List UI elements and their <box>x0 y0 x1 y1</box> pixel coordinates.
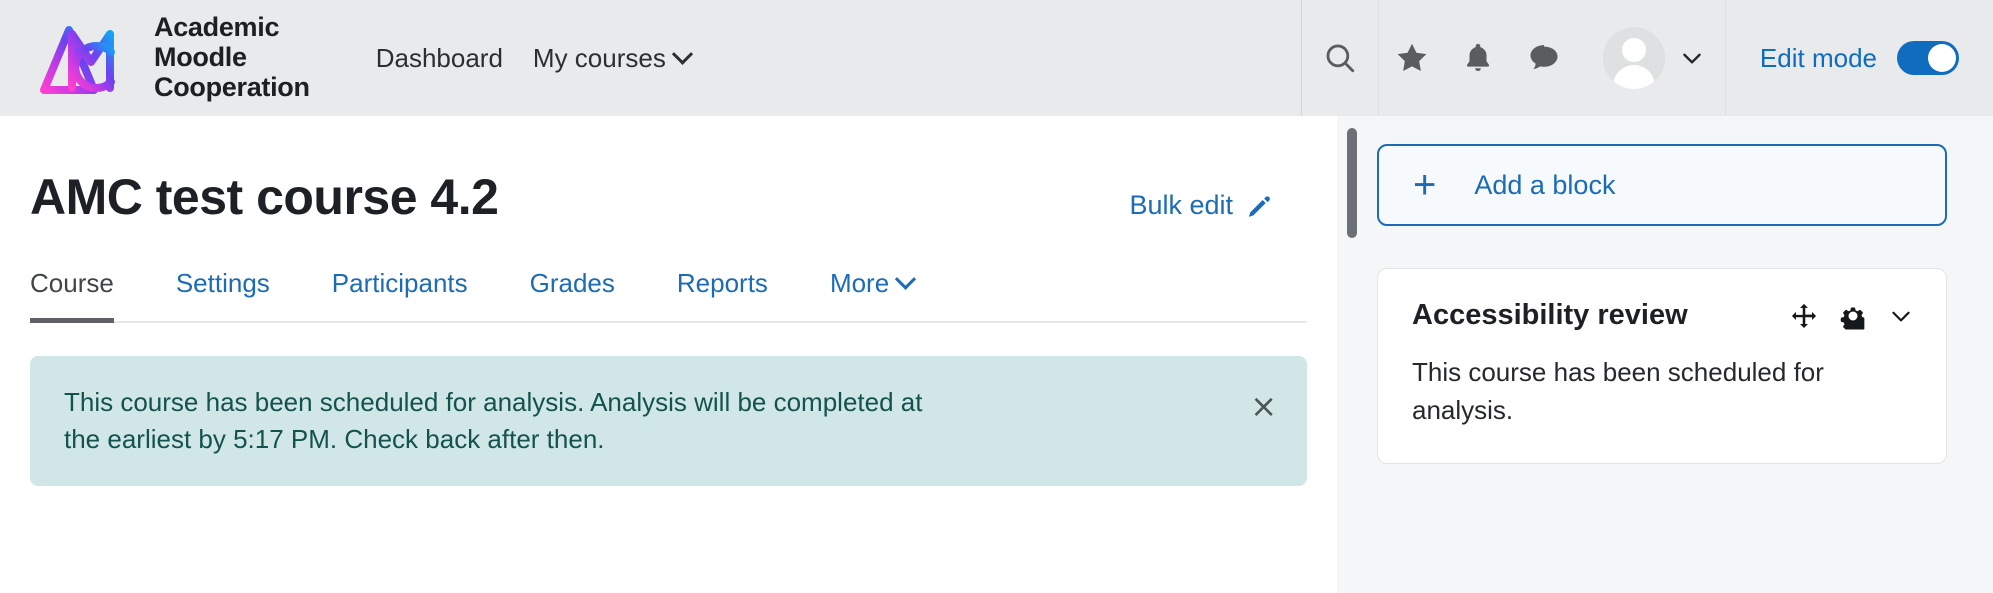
tab-grades-label: Grades <box>529 268 615 298</box>
tab-participants[interactable]: Participants <box>332 260 468 321</box>
gear-icon[interactable] <box>1838 301 1868 331</box>
brand-line-1: Academic <box>154 12 280 43</box>
bulk-edit-label: Bulk edit <box>1129 190 1233 220</box>
add-a-block-button[interactable]: + Add a block <box>1377 144 1947 226</box>
chevron-down-icon <box>1683 53 1701 64</box>
block-title: Accessibility review <box>1412 299 1688 331</box>
chevron-down-icon[interactable] <box>1888 303 1914 329</box>
brand-wordmark: Academic Moodle Cooperation <box>154 13 310 102</box>
main-content: AMC test course 4.2 Bulk edit Course Set… <box>0 116 1337 593</box>
site-header: Academic Moodle Cooperation Dashboard My… <box>0 0 1993 116</box>
nav-item-dashboard-label: Dashboard <box>375 42 503 73</box>
primary-navigation: Dashboard My courses <box>376 42 693 74</box>
bell-icon[interactable] <box>1445 0 1511 116</box>
tab-grades[interactable]: Grades <box>530 260 615 321</box>
bulk-edit-link[interactable]: Bulk edit <box>1129 190 1273 221</box>
search-icon[interactable] <box>1302 0 1378 116</box>
page-header: AMC test course 4.2 Bulk edit <box>30 116 1307 226</box>
course-tabs: Course Settings Participants Grades Repo… <box>30 260 1307 323</box>
tab-settings[interactable]: Settings <box>176 260 270 321</box>
move-icon[interactable] <box>1790 302 1818 330</box>
brand-line-2: Moodle <box>154 42 247 73</box>
alert-message: This course has been scheduled for analy… <box>64 387 923 454</box>
nav-item-dashboard[interactable]: Dashboard <box>376 43 503 74</box>
pencil-icon <box>1248 195 1270 217</box>
plus-icon: + <box>1413 163 1437 207</box>
block-body-text: This course has been scheduled for analy… <box>1412 357 1824 425</box>
drawer-resize-handle[interactable] <box>1347 128 1357 238</box>
tab-course[interactable]: Course <box>30 260 114 323</box>
tab-more-label: More <box>829 268 890 298</box>
avatar <box>1602 27 1665 89</box>
accessibility-review-block: Accessibility review This course has bee… <box>1377 268 1947 465</box>
tab-more[interactable]: More <box>829 260 917 321</box>
tab-settings-label: Settings <box>175 268 270 298</box>
block-drawer: + Add a block Accessibility review This … <box>1337 116 1993 593</box>
close-icon[interactable]: × <box>1250 390 1277 422</box>
site-brand[interactable]: Academic Moodle Cooperation <box>0 13 310 102</box>
message-icon[interactable] <box>1511 0 1577 116</box>
tab-course-label: Course <box>30 268 114 298</box>
star-icon[interactable] <box>1379 0 1445 116</box>
analysis-scheduled-alert: This course has been scheduled for analy… <box>30 356 1307 486</box>
tab-participants-label: Participants <box>331 268 468 298</box>
header-actions: Edit mode <box>1300 0 1993 116</box>
chevron-down-icon <box>671 43 693 65</box>
tab-reports[interactable]: Reports <box>677 260 768 321</box>
block-header: Accessibility review <box>1412 299 1914 332</box>
user-menu[interactable] <box>1577 27 1725 89</box>
brand-line-3: Cooperation <box>154 71 310 102</box>
nav-item-my-courses-label: My courses <box>532 42 666 73</box>
edit-mode-toggle[interactable]: Edit mode <box>1726 41 1993 75</box>
amc-logo-icon <box>36 16 132 100</box>
add-a-block-label: Add a block <box>1474 169 1616 200</box>
moodle-course-page: Academic Moodle Cooperation Dashboard My… <box>0 0 1993 593</box>
page-title: AMC test course 4.2 <box>30 169 499 225</box>
edit-mode-label: Edit mode <box>1759 42 1877 73</box>
chevron-down-icon <box>895 268 917 290</box>
nav-item-my-courses[interactable]: My courses <box>532 42 693 74</box>
block-actions <box>1790 301 1914 331</box>
tab-reports-label: Reports <box>676 268 768 298</box>
edit-mode-switch[interactable] <box>1897 41 1959 75</box>
